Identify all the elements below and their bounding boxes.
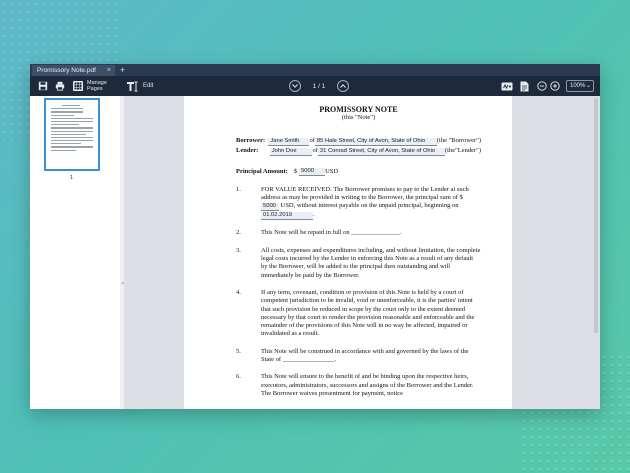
clause-5-number: 5.: [236, 347, 241, 355]
clause-2: 2. This Note will be repaid in full on _…: [236, 229, 481, 237]
clause-4-number: 4.: [236, 288, 241, 296]
zoom-in-button[interactable]: [549, 79, 561, 93]
clause-5: 5. This Note will be construed in accord…: [236, 348, 481, 365]
principal-amount-field[interactable]: 5000: [299, 167, 326, 176]
document-tab-title: Promissory Note.pdf: [37, 67, 96, 74]
lender-label: Lender:: [236, 147, 259, 155]
clause-4: 4. If any term, covenant, condition or p…: [236, 289, 481, 339]
clause-2-blank[interactable]: _______________: [351, 229, 400, 236]
borrower-suffix: (the "Borrower"): [436, 137, 481, 145]
borrower-label: Borrower:: [236, 137, 266, 145]
document-content: PROMISSORY NOTE (this "Note") Borrower: …: [236, 104, 481, 398]
clause-1-amount-field[interactable]: 5000: [261, 203, 279, 212]
chevron-down-icon: ⌄: [585, 83, 591, 89]
manage-pages-button[interactable]: Manage Pages: [72, 79, 114, 93]
pdf-editor-window: Promissory Note.pdf × + Manage Pages Edi…: [30, 64, 600, 409]
page-indicator-text: 1 / 1: [312, 82, 326, 90]
page-thumbnail[interactable]: [44, 98, 100, 171]
page-thumbnail-sidebar: 1: [30, 96, 120, 409]
principal-row: Principal Amount: $ 5000 USD: [236, 168, 481, 176]
clause-1-text-a: FOR VALUE RECEIVED. The Borrower promise…: [261, 185, 469, 202]
clause-3-text: All costs, expenses and expenditures inc…: [261, 246, 481, 279]
clause-1-number: 1.: [236, 185, 241, 193]
lender-suffix: (the"Lender"): [445, 147, 481, 155]
clause-1: 1. FOR VALUE RECEIVED. The Borrower prom…: [236, 186, 481, 221]
grid-icon: [73, 81, 83, 91]
save-icon: [38, 81, 48, 91]
clause-6-number: 6.: [236, 373, 241, 381]
zoom-select[interactable]: 100% ⌄: [566, 80, 594, 92]
borrower-name-field[interactable]: Jane Smith: [268, 137, 310, 146]
previous-page-button[interactable]: [336, 79, 350, 93]
zoom-value: 100%: [570, 83, 586, 89]
toolbar: Manage Pages Edit 1 / 1 100% ⌄: [30, 76, 600, 96]
clause-2-text-b: .: [400, 229, 402, 237]
borrower-address-field[interactable]: 85 Hale Street, City of Avon, State of O…: [314, 137, 437, 146]
document-subtitle: (this "Note"): [341, 114, 376, 122]
document-tab[interactable]: Promissory Note.pdf ×: [32, 65, 115, 76]
clause-5-text-b: .: [334, 356, 337, 364]
lender-name-field[interactable]: John Doe: [269, 147, 313, 156]
borrower-row: Borrower: Jane Smith of 85 Hale Street, …: [236, 137, 481, 147]
principal-currency: $: [293, 167, 298, 175]
zoom-out-icon: [537, 81, 547, 91]
manage-pages-label-2: Pages: [87, 86, 103, 92]
printer-icon: [55, 81, 65, 91]
clause-1-date-field[interactable]: 01.02.2019: [261, 212, 313, 221]
document-title: PROMISSORY NOTE: [319, 105, 398, 114]
tab-bar: Promissory Note.pdf × +: [30, 64, 600, 76]
page-indicator[interactable]: 1 / 1: [308, 79, 330, 93]
vertical-scrollbar[interactable]: [594, 98, 598, 333]
chevron-up-icon: [337, 80, 349, 92]
clause-1-text-c: .: [313, 211, 315, 219]
print-button[interactable]: [52, 79, 68, 93]
document-viewport: PROMISSORY NOTE (this "Note") Borrower: …: [124, 96, 600, 409]
clause-6-text: This Note will ensure to the benefit of …: [261, 373, 474, 397]
clause-2-text-a: This Note will be repaid in full on: [261, 229, 350, 237]
pdf-page: PROMISSORY NOTE (this "Note") Borrower: …: [184, 96, 512, 409]
zoom-out-button[interactable]: [536, 79, 548, 93]
signature-icon: [501, 82, 513, 90]
clause-5-blank[interactable]: ________________: [283, 356, 335, 363]
clause-1-text-b: USD, without interest payable on the unp…: [280, 202, 459, 210]
document-icon: [520, 81, 528, 91]
clause-3: 3. All costs, expenses and expenditures …: [236, 247, 481, 280]
edit-label: Edit: [143, 83, 154, 89]
chevron-down-icon: [289, 80, 301, 92]
document-properties-button[interactable]: [518, 79, 530, 93]
clause-3-number: 3.: [236, 246, 241, 254]
clause-6: 6. This Note will ensure to the benefit …: [236, 373, 481, 398]
lender-address-field[interactable]: 31 Conrad Street, City of Avon, State of…: [317, 147, 445, 156]
lender-row: Lender: John Doe of 31 Conrad Street, Ci…: [236, 147, 481, 157]
thumbnail-page-number: 1: [70, 175, 74, 181]
save-button[interactable]: [36, 79, 50, 93]
zoom-in-icon: [550, 81, 560, 91]
principal-unit: USD: [325, 167, 339, 175]
next-page-button[interactable]: [288, 79, 302, 93]
edit-text-button[interactable]: Edit: [126, 79, 160, 93]
new-tab-icon[interactable]: +: [120, 64, 125, 76]
close-tab-icon[interactable]: ×: [107, 65, 111, 76]
text-edit-icon: [127, 81, 138, 91]
clause-4-text: If any term, covenant, condition or prov…: [261, 288, 475, 338]
parties-block: Borrower: Jane Smith of 85 Hale Street, …: [236, 137, 481, 157]
principal-label: Principal Amount:: [236, 167, 288, 175]
clause-2-number: 2.: [236, 229, 241, 237]
sign-button[interactable]: [500, 79, 514, 93]
main-area: 1 « PROMISSORY NOTE (this "Note") Borrow…: [30, 96, 600, 409]
